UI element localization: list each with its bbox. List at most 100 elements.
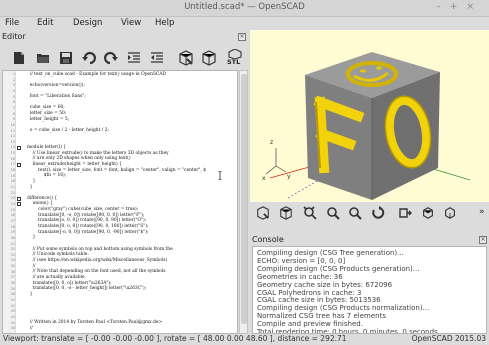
window-controls: –+×: [436, 2, 483, 12]
code-line: translate([o, 0, 0]) rotate([90, 0, 90])…: [27, 218, 147, 224]
redo-icon[interactable]: [104, 51, 118, 65]
line-number: 18: [10, 168, 15, 173]
axis-label-y: y: [287, 173, 291, 180]
text-cursor-icon: [218, 171, 222, 180]
line-number: 19: [10, 173, 15, 178]
console-line: Compile and preview finished.: [257, 320, 363, 329]
line-number: 36: [10, 269, 15, 274]
unindent-icon[interactable]: [150, 51, 164, 65]
console-close-icon[interactable]: ×: [479, 236, 487, 244]
code-line: translate([0, 0, o]) letter("\u263A");: [27, 280, 112, 286]
fold-toggle-icon[interactable]: [17, 196, 21, 201]
editor-close-icon[interactable]: ×: [238, 33, 246, 41]
code-line: o = cube_size / 2 - letter_height / 2;: [27, 128, 109, 133]
code-line: //: [27, 325, 33, 331]
line-number: 42: [10, 303, 15, 308]
line-number: 12: [10, 134, 15, 139]
line-number: 6: [12, 100, 15, 105]
preview-icon[interactable]: [178, 50, 194, 66]
viewport-status: Viewport: translate = [ -0.00 -0.00 -0.0…: [3, 334, 347, 343]
line-number: 7: [12, 105, 15, 110]
menu-bar: File Edit Design View Help: [0, 17, 489, 30]
zoom-in-icon[interactable]: [326, 206, 340, 220]
line-number: 45: [10, 320, 15, 325]
fold-toggle-icon[interactable]: [17, 202, 21, 207]
export-stl-icon[interactable]: STL: [225, 49, 245, 67]
line-number: 35: [10, 264, 15, 269]
open-folder-icon[interactable]: [36, 51, 50, 65]
zoom-fit-icon[interactable]: [303, 206, 317, 220]
menu-design[interactable]: Design: [73, 18, 102, 28]
console-line: Geometries in cache: 36: [257, 272, 343, 281]
line-number: 29: [10, 230, 15, 235]
code-line: // text_on_cube.scad - Example for text(…: [27, 71, 167, 77]
code-line: color("gray") cube(cube_size, center = t…: [27, 207, 139, 213]
view-right-icon[interactable]: [398, 206, 412, 220]
console-output[interactable]: Compiling design (CSG Tree generation)..…: [252, 246, 487, 334]
code-line: translate([0, -o, 0]) rotate([90, 0, 0])…: [27, 212, 145, 218]
indent-icon[interactable]: [127, 51, 141, 65]
line-number: 31: [10, 241, 15, 246]
new-file-icon[interactable]: [12, 51, 26, 65]
close-button[interactable]: ×: [466, 2, 483, 12]
console-line: ECHO: version = [0, 0, 0]: [257, 256, 346, 265]
console-line: Compiling design (CSG Products generatio…: [257, 264, 420, 273]
editor-scrollbar[interactable]: [239, 70, 248, 334]
view-front-icon[interactable]: [443, 206, 457, 220]
code-line: // (see https://en.wikipedia.org/wiki/Mi…: [27, 257, 168, 263]
code-line: translate([0, o, 0]) rotate([90, 0, 180]…: [27, 224, 149, 230]
code-line: }: [27, 184, 33, 190]
line-number: 21: [10, 185, 15, 189]
fold-toggle-icon[interactable]: [17, 162, 21, 167]
title-bar: Untitled.scad* — OpenSCAD –+×: [0, 0, 489, 17]
3d-viewport[interactable]: z x y: [250, 30, 489, 202]
code-line: // are actually available.: [27, 274, 86, 280]
line-number: 17: [10, 162, 15, 167]
menu-file[interactable]: File: [5, 18, 19, 28]
code-line: //: [27, 263, 36, 269]
code-editor[interactable]: 1 2 3 4 5 6 7 8 9 10 11 12 13 14 15 16 17 18 19 20 21 22 23 24 2…: [2, 70, 238, 334]
line-number: 14: [10, 145, 15, 150]
code-line: // are only 2D shapes when only using te…: [27, 156, 131, 162]
code-line: // Written in 2014 by Torsten Paul <Tors…: [27, 320, 163, 326]
minimize-button[interactable]: –: [436, 2, 450, 12]
console-line: Geometry cache size in bytes: 672096: [257, 280, 393, 289]
code-line: }: [27, 235, 36, 241]
line-number: 30: [10, 235, 15, 240]
reset-view-icon[interactable]: [279, 206, 293, 220]
menu-view[interactable]: View: [121, 18, 141, 28]
line-number: 13: [10, 139, 15, 144]
editor-title: Editor: [2, 32, 26, 41]
line-number: 40: [10, 292, 15, 297]
save-icon[interactable]: [59, 51, 73, 65]
rotate-reset-icon[interactable]: [371, 206, 385, 220]
fold-toggle-icon[interactable]: [17, 145, 21, 150]
menu-help[interactable]: Help: [155, 18, 174, 28]
zoom-out-icon[interactable]: [348, 206, 362, 220]
viewport-toolbar: »: [250, 202, 489, 226]
editor-scroll-thumb[interactable]: [241, 74, 247, 324]
view-top-icon[interactable]: [421, 206, 435, 220]
render-icon[interactable]: [201, 50, 217, 66]
view-all-icon[interactable]: [256, 206, 270, 220]
code-line: echo(version=version());: [27, 82, 85, 88]
more-icon[interactable]: »: [479, 207, 485, 217]
axis-gizmo: [265, 148, 287, 175]
undo-icon[interactable]: [82, 51, 96, 65]
menu-edit[interactable]: Edit: [37, 18, 53, 28]
console-line: Normalized CSG tree has 7 elements: [257, 312, 386, 321]
line-number: 28: [10, 224, 15, 229]
code-line: font = "Liberation Sans";: [27, 94, 86, 100]
line-number: 41: [10, 298, 15, 302]
line-number: 25: [10, 207, 15, 212]
maximize-button[interactable]: +: [450, 2, 467, 12]
line-number: 10: [10, 122, 15, 127]
line-number: 32: [10, 247, 15, 252]
line-number: 33: [10, 252, 15, 257]
console-pane: Console × Compiling design (CSG Tree gen…: [250, 226, 489, 334]
code-line: // Put some symbols on top and bottom us…: [27, 246, 173, 252]
code-line: translate([-o, 0, 0]) rotate([90, 0, -90…: [27, 229, 149, 235]
code-line: // Use linear_extrude() to make the lett…: [27, 150, 169, 156]
code-line: letter_size = 50;: [27, 111, 67, 117]
line-number: 20: [10, 179, 15, 184]
